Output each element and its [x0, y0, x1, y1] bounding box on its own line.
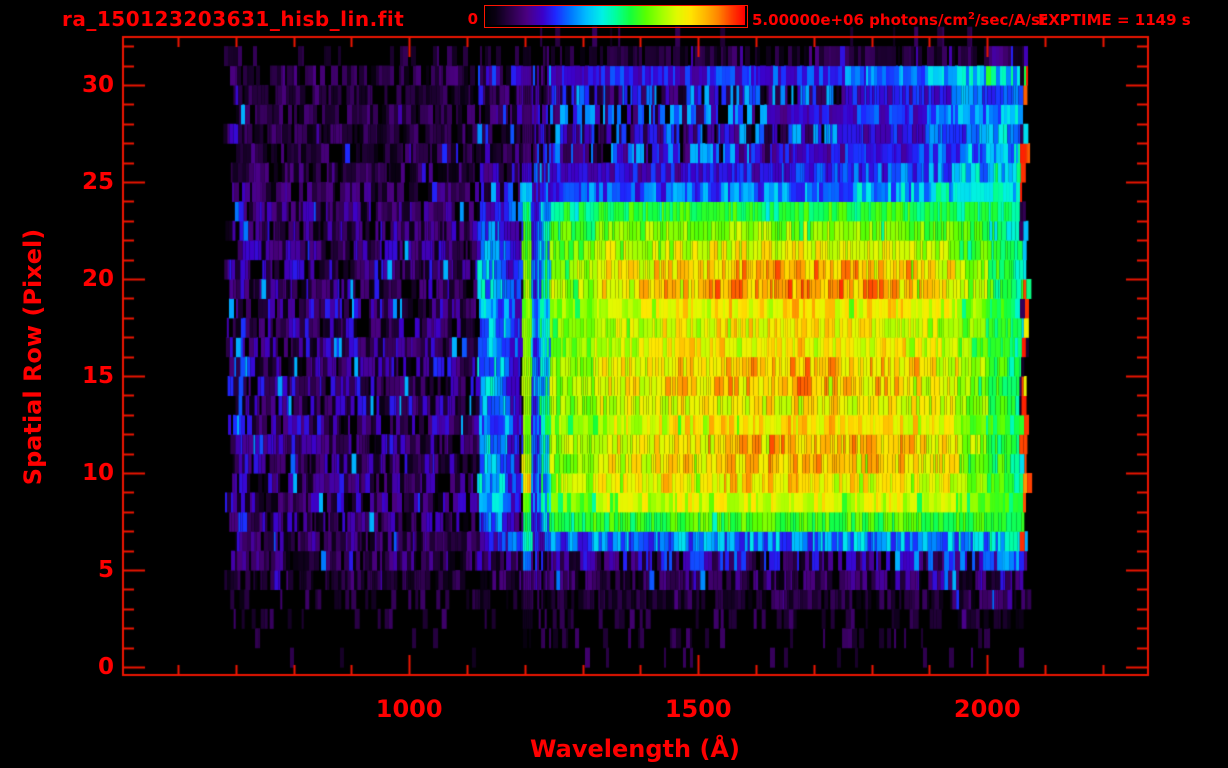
filename-title: ra_150123203631_hisb_lin.fit — [62, 7, 405, 31]
colorbar-min-label: 0 — [467, 10, 478, 28]
colorbar-max-label-sup: 2 — [967, 11, 975, 22]
colorbar-max-label-units: /sec/A/sr — [974, 11, 1048, 29]
x-tick-label: 1500 — [664, 695, 732, 723]
x-tick-label: 1000 — [375, 695, 443, 723]
y-tick-label: 25 — [81, 168, 114, 195]
colorbar-max-label: 5.00000e+06 photons/cm2/sec/A/sr — [752, 11, 1047, 29]
y-tick-label: 30 — [81, 71, 114, 98]
y-tick-label: 20 — [81, 265, 114, 292]
colorbar — [484, 5, 748, 28]
x-axis-title: Wavelength (Å) — [530, 735, 740, 763]
spectrum-heatmap-canvas — [0, 0, 1228, 768]
exptime-label: EXPTIME = 1149 s — [1038, 11, 1191, 29]
y-tick-label: 10 — [81, 460, 114, 486]
y-tick-label: 0 — [97, 654, 114, 681]
colorbar-gradient — [485, 6, 745, 25]
y-tick-label: 5 — [97, 557, 114, 584]
y-tick-label: 15 — [81, 362, 114, 389]
x-tick-label: 2000 — [953, 695, 1021, 723]
colorbar-max-label-text: 5.00000e+06 photons/cm — [752, 11, 968, 29]
spectral-image-viewer: ra_150123203631_hisb_lin.fit 0 5.00000e+… — [0, 0, 1228, 768]
